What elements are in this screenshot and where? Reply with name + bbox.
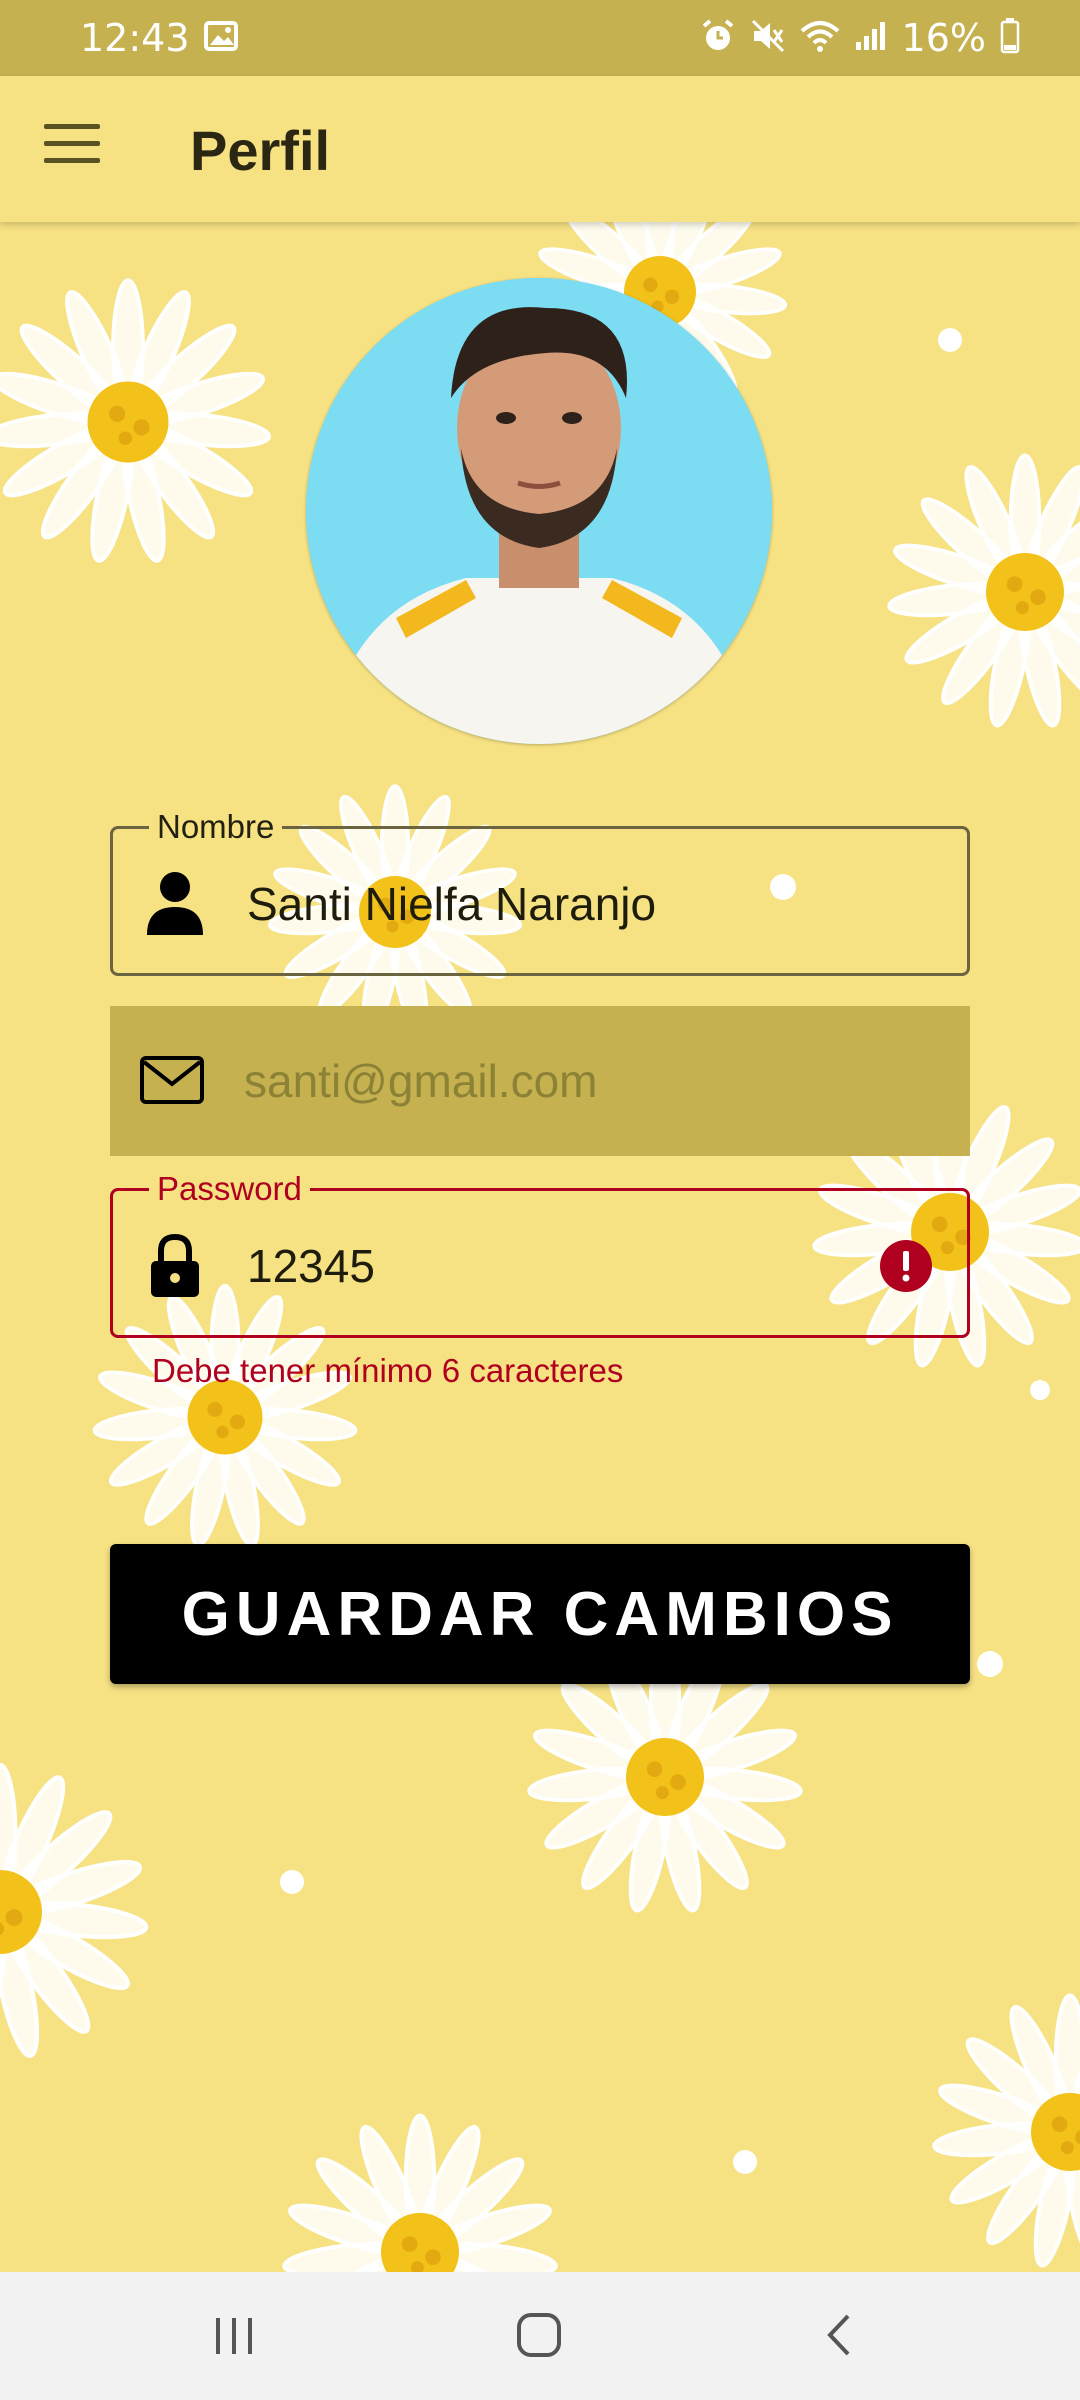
password-label: Password <box>149 1169 310 1209</box>
password-helper-text: Debe tener mínimo 6 caracteres <box>152 1352 624 1389</box>
image-icon <box>203 21 238 55</box>
menu-line <box>44 141 100 146</box>
email-field: santi@gmail.com <box>110 1006 970 1156</box>
profile-photo <box>306 278 772 744</box>
profile-content: Nombre Santi Nielfa Naranjo santi@gmail.… <box>0 222 1080 2272</box>
wifi-icon <box>800 19 840 57</box>
person-icon <box>143 869 207 937</box>
error-icon <box>879 1239 933 1293</box>
battery-icon <box>1000 18 1020 58</box>
app-bar: Perfil <box>0 76 1080 222</box>
mail-icon <box>140 1046 204 1114</box>
save-changes-button[interactable]: GUARDAR CAMBIOS <box>110 1544 970 1684</box>
back-icon[interactable] <box>818 2308 862 2367</box>
status-left: 12:43 <box>80 16 238 60</box>
name-field[interactable]: Nombre Santi Nielfa Naranjo <box>110 807 970 976</box>
hamburger-menu-icon[interactable] <box>44 124 100 174</box>
status-bar: 12:43 16% <box>0 0 1080 76</box>
password-field[interactable]: Password 12345 <box>110 1169 970 1338</box>
recents-icon[interactable] <box>212 2308 256 2367</box>
avatar[interactable] <box>306 278 772 744</box>
signal-icon <box>854 20 888 56</box>
home-icon[interactable] <box>512 2308 566 2367</box>
password-input[interactable]: 12345 <box>247 1239 375 1293</box>
battery-percent: 16% <box>901 16 986 60</box>
email-input: santi@gmail.com <box>244 1055 598 1107</box>
menu-line <box>44 158 100 163</box>
page-title: Perfil <box>190 119 331 182</box>
navigation-bar <box>0 2272 1080 2400</box>
status-right: 16% <box>700 16 1020 60</box>
name-input[interactable]: Santi Nielfa Naranjo <box>247 877 656 931</box>
menu-line <box>44 124 100 129</box>
mute-icon <box>750 18 786 58</box>
status-time: 12:43 <box>80 16 190 60</box>
alarm-icon <box>700 18 736 58</box>
name-label: Nombre <box>149 807 283 847</box>
lock-icon <box>143 1231 207 1299</box>
